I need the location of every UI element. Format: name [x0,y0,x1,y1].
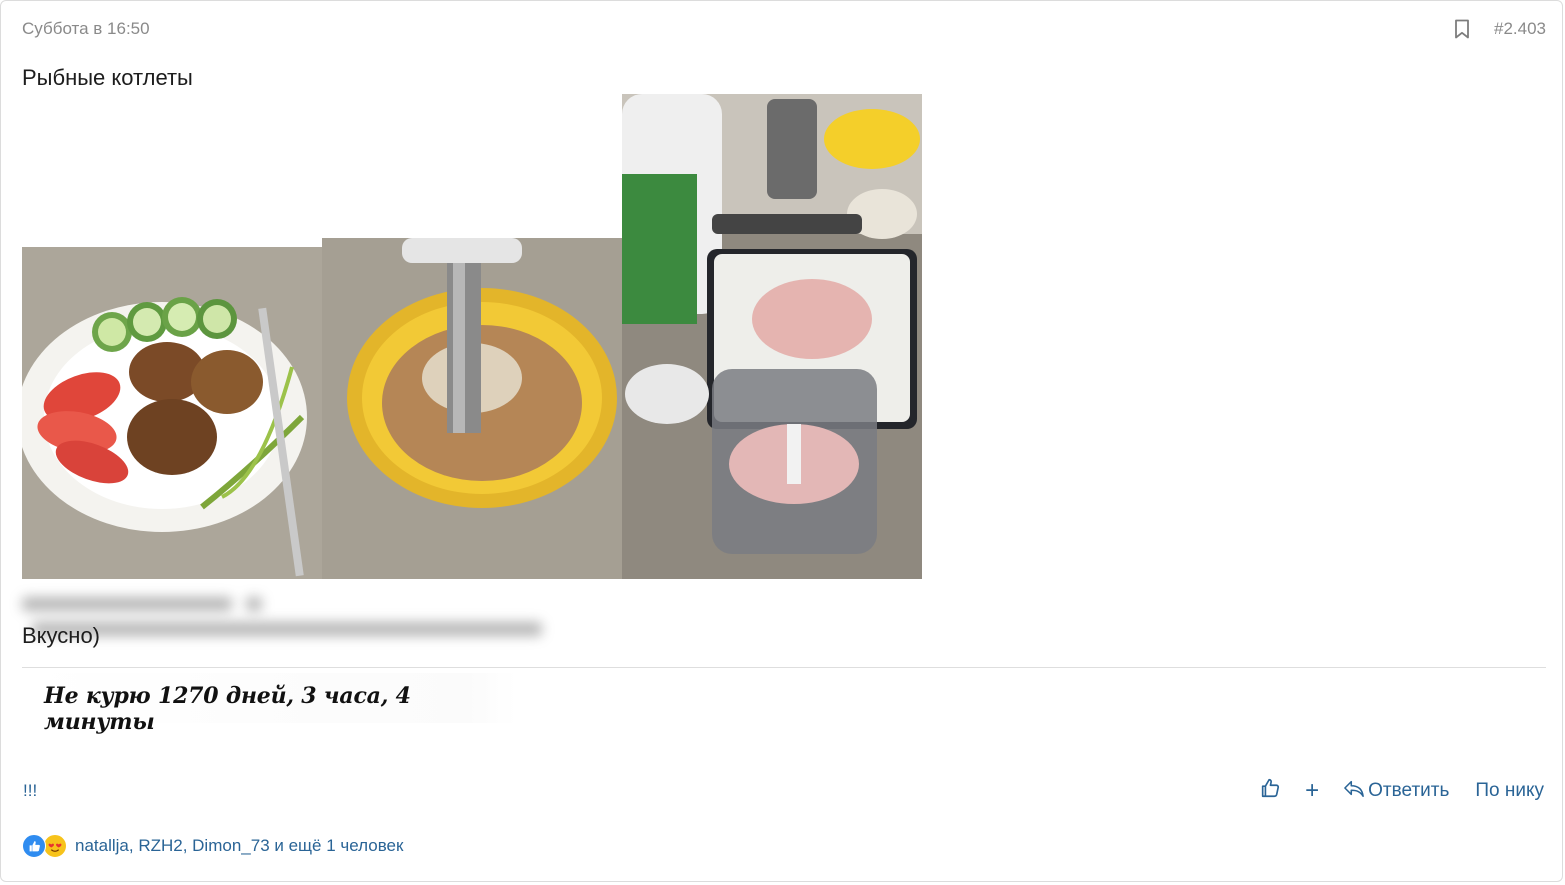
reaction-user-list[interactable]: natallja, RZH2, Dimon_73 [75,836,270,855]
reply-label: Ответить [1368,780,1450,801]
love-eyes-reaction-icon [43,834,67,858]
photo-kitchen-ingredients[interactable] [622,94,922,579]
signature-separator [22,667,1546,668]
bookmark-icon[interactable] [1452,17,1472,41]
post-number-link[interactable]: #2.403 [1494,19,1546,39]
signature-text: Не курю 1270 дней, 3 часа, 4 минуты [44,683,411,735]
post-title: Рыбные котлеты [22,65,193,90]
quote-by-nick-button[interactable]: По нику [1475,780,1544,802]
blurred-link [22,591,782,636]
photo-gallery [22,94,922,579]
post-timestamp: Суббота в 16:50 [22,19,150,38]
reaction-icons [22,834,67,858]
post-actions: + Ответить По нику [1259,777,1544,805]
thumbs-up-icon [1259,777,1281,805]
reaction-users[interactable]: natallja, RZH2, Dimon_73 и ещё 1 человек [75,836,403,856]
add-reaction-button[interactable]: + [1305,779,1319,803]
like-reaction-icon [22,834,46,858]
post-body: Вкусно) [22,623,101,648]
post-meta: #2.403 [1452,17,1546,41]
reactions-bar[interactable]: natallja, RZH2, Dimon_73 и ещё 1 человек [22,834,403,858]
photo-fish-cutlets-plate[interactable] [22,247,322,579]
reply-button[interactable]: Ответить [1343,778,1449,804]
signature-banner: Не курю 1270 дней, 3 часа, 4 минуты [22,673,517,735]
forum-post: Суббота в 16:50 #2.403 Рыбные котлеты Вк… [0,0,1563,882]
photo-mixing-bowl-blender[interactable] [322,238,622,579]
reply-arrow-icon [1343,778,1365,804]
like-button[interactable] [1259,777,1281,805]
exclaim-link[interactable]: !!! [23,781,37,801]
reaction-more[interactable]: и ещё 1 человек [270,836,403,855]
